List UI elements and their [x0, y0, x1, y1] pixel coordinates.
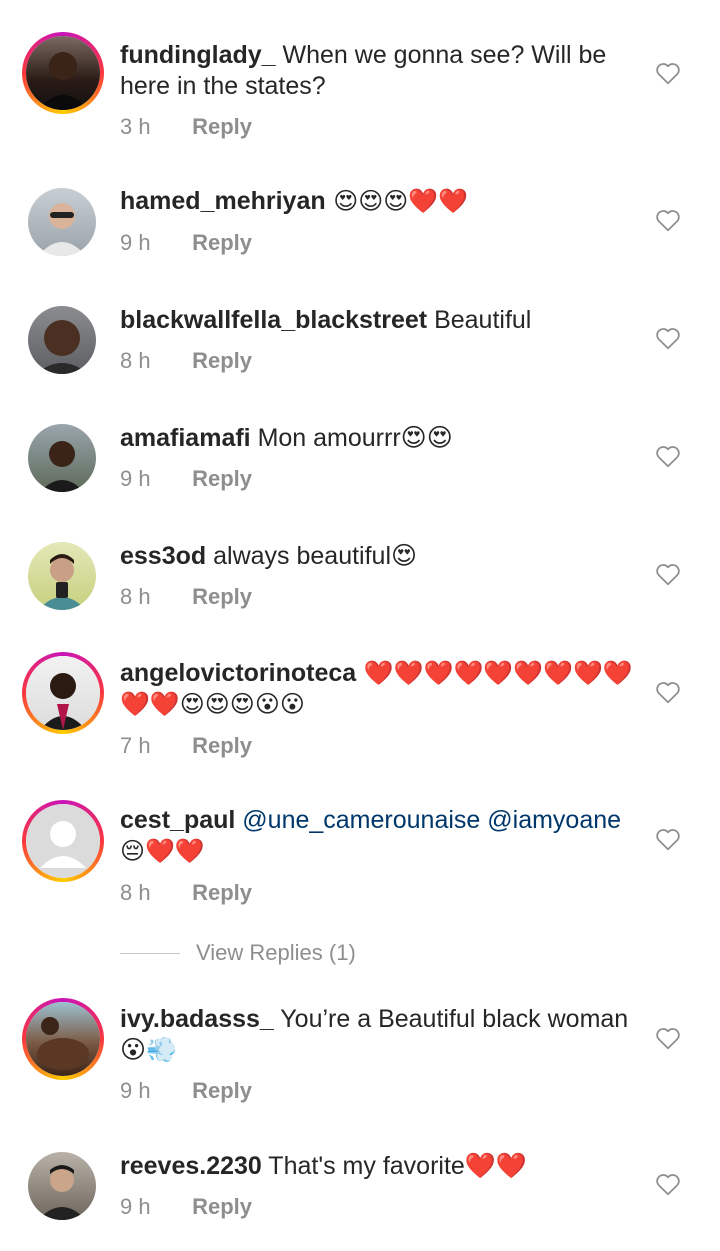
mention-link[interactable]: @une_camerounaise — [235, 806, 480, 834]
reply-button[interactable]: Reply — [192, 466, 252, 491]
heart-outline-icon[interactable] — [655, 208, 681, 232]
comment-text: hamed_mehriyan 😍😍😍❤️❤️ — [120, 187, 469, 215]
avatar[interactable] — [28, 542, 96, 610]
comment-username[interactable]: angelovictorinoteca — [120, 659, 356, 687]
heart-outline-icon[interactable] — [655, 1026, 681, 1050]
view-replies-label: View Replies (1) — [196, 940, 356, 965]
reply-button[interactable]: Reply — [192, 1194, 252, 1219]
avatar[interactable] — [28, 306, 96, 374]
reply-button[interactable]: Reply — [192, 348, 252, 373]
avatar[interactable] — [22, 32, 104, 114]
reply-button[interactable]: Reply — [192, 880, 252, 905]
comment-username[interactable]: blackwallfella_blackstreet — [120, 306, 427, 334]
reply-button[interactable]: Reply — [192, 733, 252, 758]
heart-outline-icon[interactable] — [655, 1172, 681, 1196]
comment-text: ivy.badasss_ You’re a Beautiful black wo… — [120, 1005, 629, 1064]
avatar[interactable] — [22, 652, 104, 734]
comment-time: 9 h — [120, 466, 151, 491]
comment-username[interactable]: cest_paul — [120, 806, 235, 834]
comment-time: 8 h — [120, 584, 151, 609]
comment-username[interactable]: ivy.badasss_ — [120, 1005, 274, 1033]
avatar[interactable] — [22, 998, 104, 1080]
comment-time: 8 h — [120, 348, 151, 373]
comment-username[interactable]: fundinglady_ — [120, 41, 276, 69]
avatar[interactable] — [28, 424, 96, 492]
comment-time: 7 h — [120, 733, 151, 758]
comment-time: 9 h — [120, 230, 151, 255]
comment-username[interactable]: hamed_mehriyan — [120, 187, 326, 215]
heart-outline-icon[interactable] — [655, 326, 681, 350]
comment-text: ess3od always beautiful😍 — [120, 542, 418, 570]
heart-outline-icon[interactable] — [655, 827, 681, 851]
divider — [120, 952, 180, 954]
comment-text: blackwallfella_blackstreet Beautiful — [120, 306, 532, 334]
comment-text: angelovictorinoteca ❤️❤️❤️❤️❤️❤️❤️❤️❤️❤️… — [120, 659, 633, 718]
comment-time: 9 h — [120, 1194, 151, 1219]
heart-outline-icon[interactable] — [655, 680, 681, 704]
view-replies-button[interactable]: View Replies (1) — [120, 940, 356, 966]
reply-button[interactable]: Reply — [192, 230, 252, 255]
comment-text: reeves.2230 That's my favorite❤️❤️ — [120, 1152, 528, 1180]
mention-link[interactable]: @iamyoane — [480, 806, 621, 834]
heart-outline-icon[interactable] — [655, 562, 681, 586]
heart-outline-icon[interactable] — [655, 61, 681, 85]
comment-username[interactable]: reeves.2230 — [120, 1152, 262, 1180]
comment-time: 3 h — [120, 114, 151, 139]
comment-text: cest_paul @une_camerounaise @iamyoane 😔❤… — [120, 806, 622, 865]
reply-button[interactable]: Reply — [192, 114, 252, 139]
reply-button[interactable]: Reply — [192, 584, 252, 609]
avatar[interactable] — [22, 800, 104, 882]
comment-username[interactable]: amafiamafi — [120, 424, 251, 452]
avatar[interactable] — [28, 188, 96, 256]
avatar[interactable] — [28, 1152, 96, 1220]
comment-username[interactable]: ess3od — [120, 542, 206, 570]
comment-text: fundinglady_ When we gonna see? Will be … — [120, 41, 607, 100]
reply-button[interactable]: Reply — [192, 1078, 252, 1103]
comment-time: 8 h — [120, 880, 151, 905]
comment-time: 9 h — [120, 1078, 151, 1103]
heart-outline-icon[interactable] — [655, 444, 681, 468]
comment-text: amafiamafi Mon amourrr😍😍 — [120, 424, 453, 452]
